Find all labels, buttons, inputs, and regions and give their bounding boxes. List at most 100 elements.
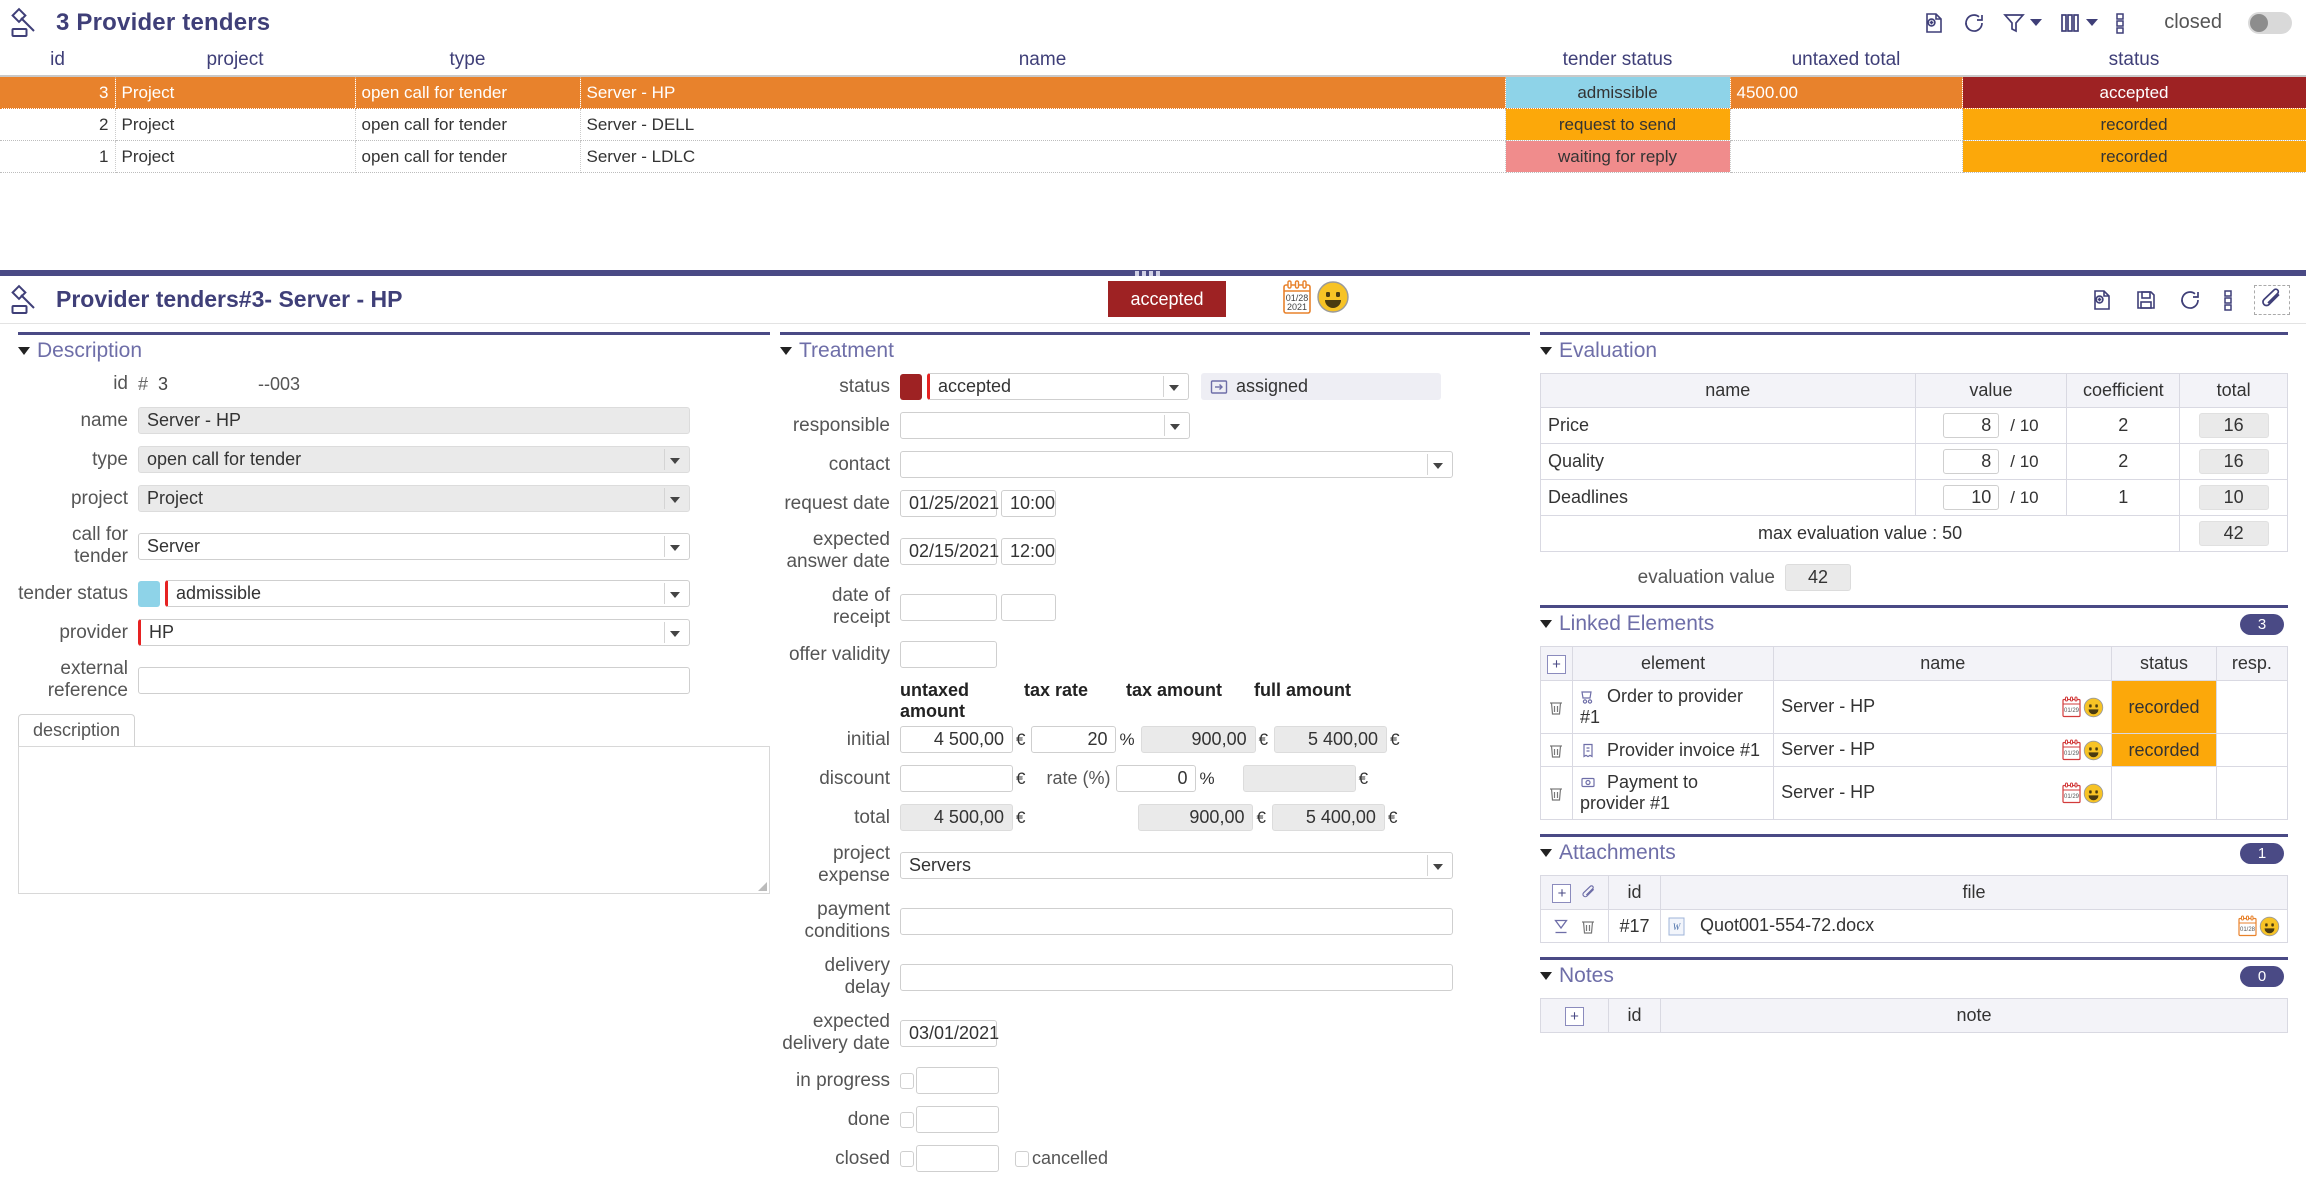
criterion-value-input[interactable]: 10: [1943, 485, 1999, 510]
external-reference-input[interactable]: [138, 667, 690, 694]
smiley-icon[interactable]: [2083, 697, 2104, 718]
assigned-badge[interactable]: assigned: [1201, 373, 1441, 400]
calendar-icon[interactable]: 01/29: [2062, 696, 2081, 718]
table-row[interactable]: 1 Project open call for tender Server - …: [0, 141, 2306, 173]
add-note-button[interactable]: +: [1541, 999, 1609, 1033]
calendar-icon[interactable]: 01/29: [2062, 782, 2081, 804]
call-for-tender-select[interactable]: Server: [138, 533, 690, 560]
linked-element-name[interactable]: Provider invoice #1: [1572, 734, 1773, 767]
initial-untaxed-input[interactable]: 4 500,00: [900, 726, 1013, 753]
payment-conditions-input[interactable]: [900, 908, 1453, 935]
kebab-menu-icon[interactable]: [2222, 288, 2234, 312]
collapse-triangle-icon[interactable]: [1540, 620, 1552, 628]
delete-row-button[interactable]: [1541, 767, 1573, 820]
col-name[interactable]: name: [580, 45, 1505, 76]
in-progress-date-input[interactable]: [916, 1067, 999, 1094]
attachments-header[interactable]: Attachments 1: [1540, 841, 2288, 865]
expected-delivery-date-input[interactable]: 03/01/2021: [900, 1020, 997, 1047]
kebab-menu-icon[interactable]: [2114, 11, 2126, 35]
plus-icon[interactable]: +: [1552, 884, 1571, 903]
trash-icon[interactable]: [1548, 742, 1564, 759]
download-icon[interactable]: [1553, 918, 1569, 935]
collapse-triangle-icon[interactable]: [780, 347, 792, 355]
expected-answer-date-input[interactable]: 02/15/2021: [900, 538, 997, 565]
attachment-actions-header[interactable]: +: [1541, 876, 1609, 910]
done-checkbox[interactable]: [900, 1112, 914, 1128]
col-untaxed-total[interactable]: untaxed total: [1730, 45, 1962, 76]
criterion-value-input[interactable]: 8: [1943, 449, 1999, 474]
calendar-icon[interactable]: 01/28 2021: [1282, 280, 1312, 322]
add-linked-element-button[interactable]: +: [1541, 647, 1573, 681]
discount-untaxed-input[interactable]: [900, 765, 1013, 792]
request-time-input[interactable]: 10:00: [1001, 490, 1056, 517]
refresh-icon[interactable]: [1962, 11, 1986, 35]
project-select[interactable]: Project: [138, 485, 690, 512]
attachment-filename[interactable]: Quot001-554-72.docx: [1700, 915, 1874, 935]
plus-icon[interactable]: +: [1565, 1007, 1584, 1026]
cancelled-checkbox[interactable]: [1015, 1151, 1029, 1167]
col-type[interactable]: type: [355, 45, 580, 76]
discount-rate-input[interactable]: 0: [1116, 765, 1196, 792]
save-icon[interactable]: [2134, 288, 2158, 312]
linked-element-name[interactable]: Payment to provider #1: [1572, 767, 1773, 820]
chevron-down-icon[interactable]: [2086, 19, 2098, 26]
table-row[interactable]: 3 Project open call for tender Server - …: [0, 76, 2306, 109]
smiley-icon[interactable]: [2083, 783, 2104, 804]
delivery-delay-input[interactable]: [900, 964, 1453, 991]
expected-answer-time-input[interactable]: 12:00: [1001, 538, 1056, 565]
in-progress-checkbox[interactable]: [900, 1073, 914, 1089]
description-header[interactable]: Description: [18, 339, 770, 363]
closed-toggle[interactable]: [2248, 12, 2292, 34]
delete-row-button[interactable]: [1541, 681, 1573, 734]
trash-icon[interactable]: [1548, 785, 1564, 802]
notes-header[interactable]: Notes 0: [1540, 964, 2288, 988]
status-select[interactable]: accepted: [927, 373, 1189, 400]
tab-description[interactable]: description: [18, 714, 135, 746]
request-date-input[interactable]: 01/25/2021: [900, 490, 997, 517]
trash-icon[interactable]: [1548, 699, 1564, 716]
columns-icon[interactable]: [2058, 11, 2098, 35]
paperclip-icon[interactable]: [2254, 285, 2290, 315]
new-document-icon[interactable]: [1922, 11, 1946, 35]
trash-icon[interactable]: [1580, 918, 1596, 935]
table-row[interactable]: 2 Project open call for tender Server - …: [0, 109, 2306, 141]
paperclip-icon[interactable]: [1581, 885, 1597, 901]
closed-checkbox[interactable]: [900, 1151, 914, 1167]
treatment-header[interactable]: Treatment: [780, 339, 1530, 363]
new-document-icon[interactable]: [2090, 288, 2114, 312]
attachment-actions[interactable]: [1541, 910, 1609, 943]
criterion-value-input[interactable]: 8: [1943, 413, 1999, 438]
closed-date-input[interactable]: [916, 1145, 999, 1172]
collapse-triangle-icon[interactable]: [1540, 972, 1552, 980]
refresh-icon[interactable]: [2178, 288, 2202, 312]
col-status[interactable]: status: [1962, 45, 2306, 76]
initial-tax-rate-input[interactable]: 20: [1031, 726, 1116, 753]
filter-icon[interactable]: [2002, 11, 2042, 35]
done-date-input[interactable]: [916, 1106, 999, 1133]
col-tender-status[interactable]: tender status: [1505, 45, 1730, 76]
linked-elements-header[interactable]: Linked Elements 3: [1540, 612, 2288, 636]
drag-handle[interactable]: [1135, 271, 1163, 276]
date-of-receipt-input[interactable]: [900, 594, 997, 621]
calendar-icon[interactable]: 01/28: [2238, 915, 2257, 937]
responsible-select[interactable]: [900, 412, 1190, 439]
col-id[interactable]: id: [0, 45, 115, 76]
name-input[interactable]: Server - HP: [138, 407, 690, 434]
collapse-triangle-icon[interactable]: [1540, 849, 1552, 857]
type-select[interactable]: open call for tender: [138, 446, 690, 473]
smiley-icon[interactable]: [2083, 740, 2104, 761]
evaluation-header[interactable]: Evaluation: [1540, 339, 2288, 363]
collapse-triangle-icon[interactable]: [18, 347, 30, 355]
contact-select[interactable]: [900, 451, 1453, 478]
offer-validity-input[interactable]: [900, 641, 997, 668]
provider-select[interactable]: HP: [138, 619, 690, 646]
delete-row-button[interactable]: [1541, 734, 1573, 767]
col-project[interactable]: project: [115, 45, 355, 76]
calendar-icon[interactable]: 01/29: [2062, 739, 2081, 761]
smiley-icon[interactable]: [1316, 280, 1350, 320]
project-expense-select[interactable]: Servers: [900, 852, 1453, 879]
linked-element-name[interactable]: Order to provider #1: [1572, 681, 1773, 734]
tender-status-select[interactable]: admissible: [165, 580, 690, 607]
description-textarea[interactable]: [18, 746, 770, 894]
collapse-triangle-icon[interactable]: [1540, 347, 1552, 355]
